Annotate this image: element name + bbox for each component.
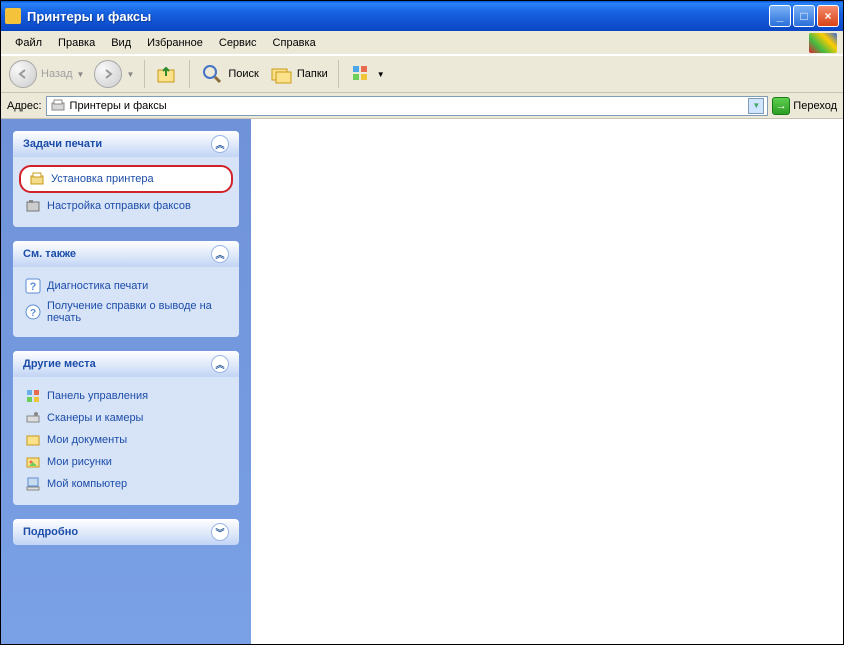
print-help-task[interactable]: ? Получение справки о выводе на печать [23,297,229,327]
chevron-up-icon: ︽ [211,245,229,263]
fax-icon [25,198,41,214]
close-button[interactable]: × [817,5,839,27]
details-title: Подробно [23,526,78,538]
menu-help[interactable]: Справка [265,34,324,52]
documents-label: Мои документы [47,434,127,446]
scanners-link[interactable]: Сканеры и камеры [23,407,229,429]
folder-icon [25,432,41,448]
address-dropdown-icon[interactable]: ▼ [748,98,764,114]
folders-icon [269,62,293,86]
views-button[interactable]: ▼ [347,60,387,88]
address-bar: Адрес: Принтеры и факсы ▼ → Переход [1,93,843,119]
fax-setup-task[interactable]: Настройка отправки факсов [23,195,229,217]
scanners-label: Сканеры и камеры [47,412,143,424]
windows-logo-icon [809,33,837,53]
views-icon [349,62,373,86]
folders-label: Папки [297,68,328,80]
window-title: Принтеры и факсы [27,9,769,24]
see-also-panel: См. также ︽ ? Диагностика печати ? Получ… [13,241,239,337]
menubar: Файл Правка Вид Избранное Сервис Справка [1,31,843,55]
address-value: Принтеры и факсы [70,100,167,112]
address-input[interactable]: Принтеры и факсы ▼ [46,96,769,116]
details-header[interactable]: Подробно ︾ [13,519,239,545]
diagnose-label: Диагностика печати [47,280,148,292]
pictures-label: Мои рисунки [47,456,112,468]
minimize-button[interactable]: _ [769,5,791,27]
chevron-up-icon: ︽ [211,135,229,153]
go-arrow-icon: → [772,97,790,115]
svg-text:?: ? [30,281,37,293]
print-tasks-panel: Задачи печати ︽ Установка принтера Настр… [13,131,239,227]
menu-file[interactable]: Файл [7,34,50,52]
folders-button[interactable]: Папки [267,60,330,88]
control-panel-icon [25,388,41,404]
control-panel-link[interactable]: Панель управления [23,385,229,407]
other-places-panel: Другие места ︽ Панель управления Сканеры… [13,351,239,505]
maximize-button[interactable]: □ [793,5,815,27]
computer-link[interactable]: Мой компьютер [23,473,229,495]
install-printer-label: Установка принтера [51,173,154,185]
see-also-header[interactable]: См. также ︽ [13,241,239,267]
computer-label: Мой компьютер [47,478,127,490]
pictures-link[interactable]: Мои рисунки [23,451,229,473]
search-icon [200,62,224,86]
install-printer-task[interactable]: Установка принтера [19,165,233,193]
tasks-pane: Задачи печати ︽ Установка принтера Настр… [1,119,251,644]
menu-view[interactable]: Вид [103,34,139,52]
forward-arrow-icon [94,60,122,88]
address-label: Адрес: [7,100,42,112]
menu-edit[interactable]: Правка [50,34,103,52]
documents-link[interactable]: Мои документы [23,429,229,451]
search-label: Поиск [228,68,258,80]
help-icon: ? [25,304,41,320]
back-label: Назад [41,68,73,80]
menu-tools[interactable]: Сервис [211,34,265,52]
svg-text:?: ? [30,308,36,319]
main-content-area[interactable] [251,119,843,644]
printer-folder-icon [50,98,66,114]
toolbar: Назад ▼ ▼ Поиск Папки ▼ [1,55,843,93]
forward-button[interactable]: ▼ [92,58,136,90]
back-arrow-icon [9,60,37,88]
see-also-title: См. также [23,248,76,260]
diagnose-printing-task[interactable]: ? Диагностика печати [23,275,229,297]
print-tasks-title: Задачи печати [23,138,102,150]
other-places-header[interactable]: Другие места ︽ [13,351,239,377]
up-button[interactable] [153,60,181,88]
control-panel-label: Панель управления [47,390,148,402]
print-tasks-header[interactable]: Задачи печати ︽ [13,131,239,157]
search-button[interactable]: Поиск [198,60,260,88]
computer-icon [25,476,41,492]
menu-favorites[interactable]: Избранное [139,34,211,52]
folder-up-icon [155,62,179,86]
pictures-icon [25,454,41,470]
chevron-up-icon: ︽ [211,355,229,373]
back-button[interactable]: Назад ▼ [7,58,86,90]
go-label: Переход [793,100,837,112]
fax-setup-label: Настройка отправки факсов [47,200,191,212]
question-icon: ? [25,278,41,294]
printer-icon [5,8,21,24]
printer-wizard-icon [29,171,45,187]
details-panel: Подробно ︾ [13,519,239,545]
chevron-down-icon: ︾ [211,523,229,541]
titlebar: Принтеры и факсы _ □ × [1,1,843,31]
print-help-label: Получение справки о выводе на печать [47,300,227,324]
go-button[interactable]: → Переход [772,97,837,115]
scanner-icon [25,410,41,426]
other-places-title: Другие места [23,358,96,370]
